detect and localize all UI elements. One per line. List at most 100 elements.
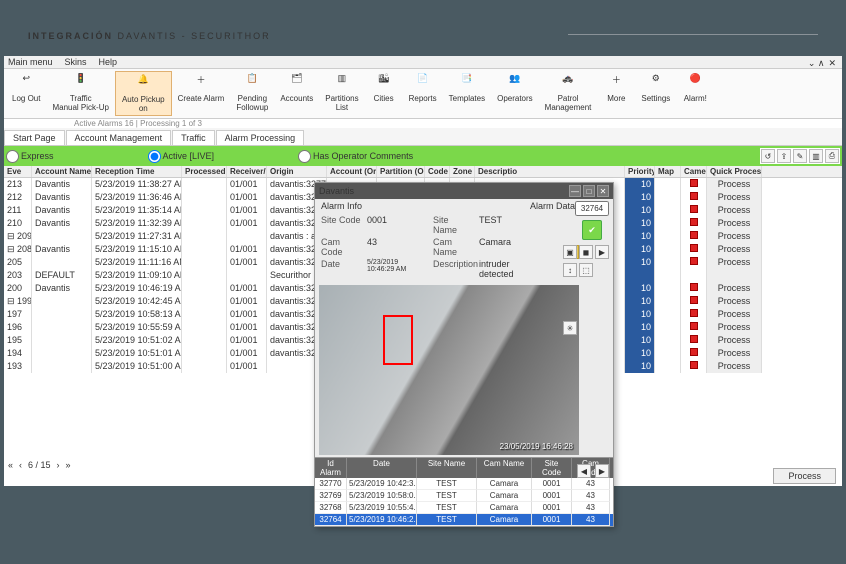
toolbar-alarm-[interactable]: 🔴Alarm! bbox=[676, 71, 714, 116]
pager-prev-icon[interactable]: ‹ bbox=[19, 460, 22, 470]
col-account[interactable]: Account Name bbox=[32, 166, 92, 177]
toolbar-patrol-management[interactable]: 🚓PatrolManagement bbox=[539, 71, 598, 116]
quick-process-button[interactable]: Process bbox=[707, 256, 762, 269]
quick-process-button[interactable]: Process bbox=[707, 217, 762, 230]
filter-comments[interactable]: Has Operator Comments bbox=[298, 150, 413, 163]
filter-active[interactable]: Active [LIVE] bbox=[148, 150, 215, 163]
pager-next-icon[interactable]: › bbox=[57, 460, 60, 470]
chart-icon[interactable]: ▥ bbox=[809, 149, 823, 163]
menu-skins[interactable]: Skins bbox=[65, 57, 87, 67]
filter-express[interactable]: Express bbox=[6, 150, 54, 163]
popup-table-row[interactable]: 327705/23/2019 10:42:3...TESTCamara00014… bbox=[315, 478, 613, 490]
col-desc[interactable]: Descriptio bbox=[475, 166, 625, 177]
popup-min-icon[interactable]: — bbox=[569, 185, 581, 197]
camera-icon[interactable] bbox=[690, 192, 698, 200]
col-reception[interactable]: Reception Time bbox=[92, 166, 182, 177]
menu-main[interactable]: Main menu bbox=[8, 57, 53, 67]
col-priority[interactable]: Priority bbox=[625, 166, 655, 177]
pgh-camname[interactable]: Cam Name bbox=[477, 458, 532, 478]
tab-start[interactable]: Start Page bbox=[4, 130, 65, 145]
toolbar-traffic-manual-pick-up[interactable]: 🚦TrafficManual Pick-Up bbox=[46, 71, 114, 116]
quick-process-button[interactable] bbox=[707, 269, 762, 282]
toolbar-partitions-list[interactable]: ▥PartitionsList bbox=[319, 71, 364, 116]
col-acc-orig[interactable]: Account (Original) bbox=[327, 166, 377, 177]
pgh-sitename[interactable]: Site Name bbox=[417, 458, 477, 478]
popup-max-icon[interactable]: □ bbox=[583, 185, 595, 197]
col-processed[interactable]: Processed Time bbox=[182, 166, 227, 177]
pgh-id[interactable]: Id Alarm bbox=[315, 458, 347, 478]
quick-process-button[interactable]: Process bbox=[707, 204, 762, 217]
pager-first-icon[interactable]: « bbox=[8, 460, 13, 470]
quick-process-button[interactable]: Process bbox=[707, 178, 762, 191]
vid-btn-1[interactable]: ▣ bbox=[563, 245, 577, 259]
toolbar-auto-pickup-on[interactable]: 🔔Auto Pickupon bbox=[115, 71, 172, 116]
camera-icon[interactable] bbox=[690, 205, 698, 213]
pgh-sitecode[interactable]: Site Code bbox=[532, 458, 572, 478]
toolbar-create-alarm[interactable]: ＋Create Alarm bbox=[172, 71, 231, 116]
process-button[interactable]: Process bbox=[773, 468, 836, 484]
camera-icon[interactable] bbox=[690, 244, 698, 252]
toolbar-accounts[interactable]: 🗂Accounts bbox=[274, 71, 319, 116]
camera-icon[interactable] bbox=[690, 309, 698, 317]
vid-btn-5[interactable]: ⬚ bbox=[579, 263, 593, 277]
tab-traffic[interactable]: Traffic bbox=[172, 130, 215, 145]
quick-process-button[interactable]: Process bbox=[707, 295, 762, 308]
tab-alarm-proc[interactable]: Alarm Processing bbox=[216, 130, 305, 145]
col-map[interactable]: Map bbox=[655, 166, 681, 177]
tab-account-mgmt[interactable]: Account Management bbox=[66, 130, 172, 145]
camera-icon[interactable] bbox=[690, 348, 698, 356]
col-zone[interactable]: Zone bbox=[450, 166, 475, 177]
camera-icon[interactable] bbox=[690, 361, 698, 369]
quick-process-button[interactable]: Process bbox=[707, 191, 762, 204]
toolbar-templates[interactable]: 📑Templates bbox=[443, 71, 491, 116]
comments-radio[interactable] bbox=[298, 150, 311, 163]
vid-btn-3[interactable]: ▶ bbox=[595, 245, 609, 259]
camera-icon[interactable] bbox=[690, 179, 698, 187]
camera-icon[interactable] bbox=[690, 335, 698, 343]
pgh-date[interactable]: Date bbox=[347, 458, 417, 478]
upload-icon[interactable]: ⇪ bbox=[777, 149, 791, 163]
quick-process-button[interactable]: Process bbox=[707, 308, 762, 321]
toolbar-log-out[interactable]: ↩Log Out bbox=[6, 71, 46, 116]
toolbar-more[interactable]: ＋More bbox=[597, 71, 635, 116]
caret-icon[interactable]: ⌄ ∧ bbox=[808, 58, 825, 69]
toolbar-operators[interactable]: 👥Operators bbox=[491, 71, 539, 116]
popup-close-icon[interactable]: ✕ bbox=[597, 185, 609, 197]
vid-btn-2[interactable]: ◼ bbox=[579, 245, 593, 259]
menu-help[interactable]: Help bbox=[99, 57, 118, 67]
alarm-search-input[interactable] bbox=[575, 201, 609, 216]
pager-last-icon[interactable]: » bbox=[66, 460, 71, 470]
quick-process-button[interactable]: Process bbox=[707, 230, 762, 243]
col-eve[interactable]: Eve bbox=[4, 166, 32, 177]
popup-table-row[interactable]: 327645/23/2019 10:46:2...TESTCamara00014… bbox=[315, 514, 613, 526]
close-icon[interactable]: ✕ bbox=[828, 58, 836, 69]
camera-icon[interactable] bbox=[690, 296, 698, 304]
quick-process-button[interactable]: Process bbox=[707, 321, 762, 334]
quick-process-button[interactable]: Process bbox=[707, 360, 762, 373]
col-receiver[interactable]: Receiver/Line bbox=[227, 166, 267, 177]
toolbar-cities[interactable]: 🏙Cities bbox=[365, 71, 403, 116]
quick-process-button[interactable]: Process bbox=[707, 347, 762, 360]
active-radio[interactable] bbox=[148, 150, 161, 163]
vid-btn-6[interactable]: ✳ bbox=[563, 321, 577, 335]
quick-process-button[interactable]: Process bbox=[707, 334, 762, 347]
quick-process-button[interactable]: Process bbox=[707, 243, 762, 256]
camera-icon[interactable] bbox=[690, 283, 698, 291]
video-preview[interactable]: 23/05/2019 16:46:28 bbox=[319, 285, 579, 455]
col-partition[interactable]: Partition (Original) bbox=[377, 166, 425, 177]
print-icon[interactable]: ⎙ bbox=[825, 149, 839, 163]
undo-icon[interactable]: ↺ bbox=[761, 149, 775, 163]
vid-next-icon[interactable]: ▶ bbox=[595, 464, 609, 478]
col-origin[interactable]: Origin bbox=[267, 166, 327, 177]
toolbar-settings[interactable]: ⚙Settings bbox=[635, 71, 676, 116]
camera-icon[interactable] bbox=[690, 231, 698, 239]
popup-table-row[interactable]: 327695/23/2019 10:58:0...TESTCamara00014… bbox=[315, 490, 613, 502]
col-quickprocess[interactable]: Quick Process bbox=[707, 166, 762, 177]
toolbar-pending-followup[interactable]: 📋PendingFollowup bbox=[230, 71, 274, 116]
col-camera[interactable]: Camera bbox=[681, 166, 707, 177]
camera-icon[interactable] bbox=[690, 257, 698, 265]
edit-icon[interactable]: ✎ bbox=[793, 149, 807, 163]
camera-icon[interactable] bbox=[690, 322, 698, 330]
toolbar-reports[interactable]: 📄Reports bbox=[403, 71, 443, 116]
vid-prev-icon[interactable]: ◀ bbox=[577, 464, 591, 478]
